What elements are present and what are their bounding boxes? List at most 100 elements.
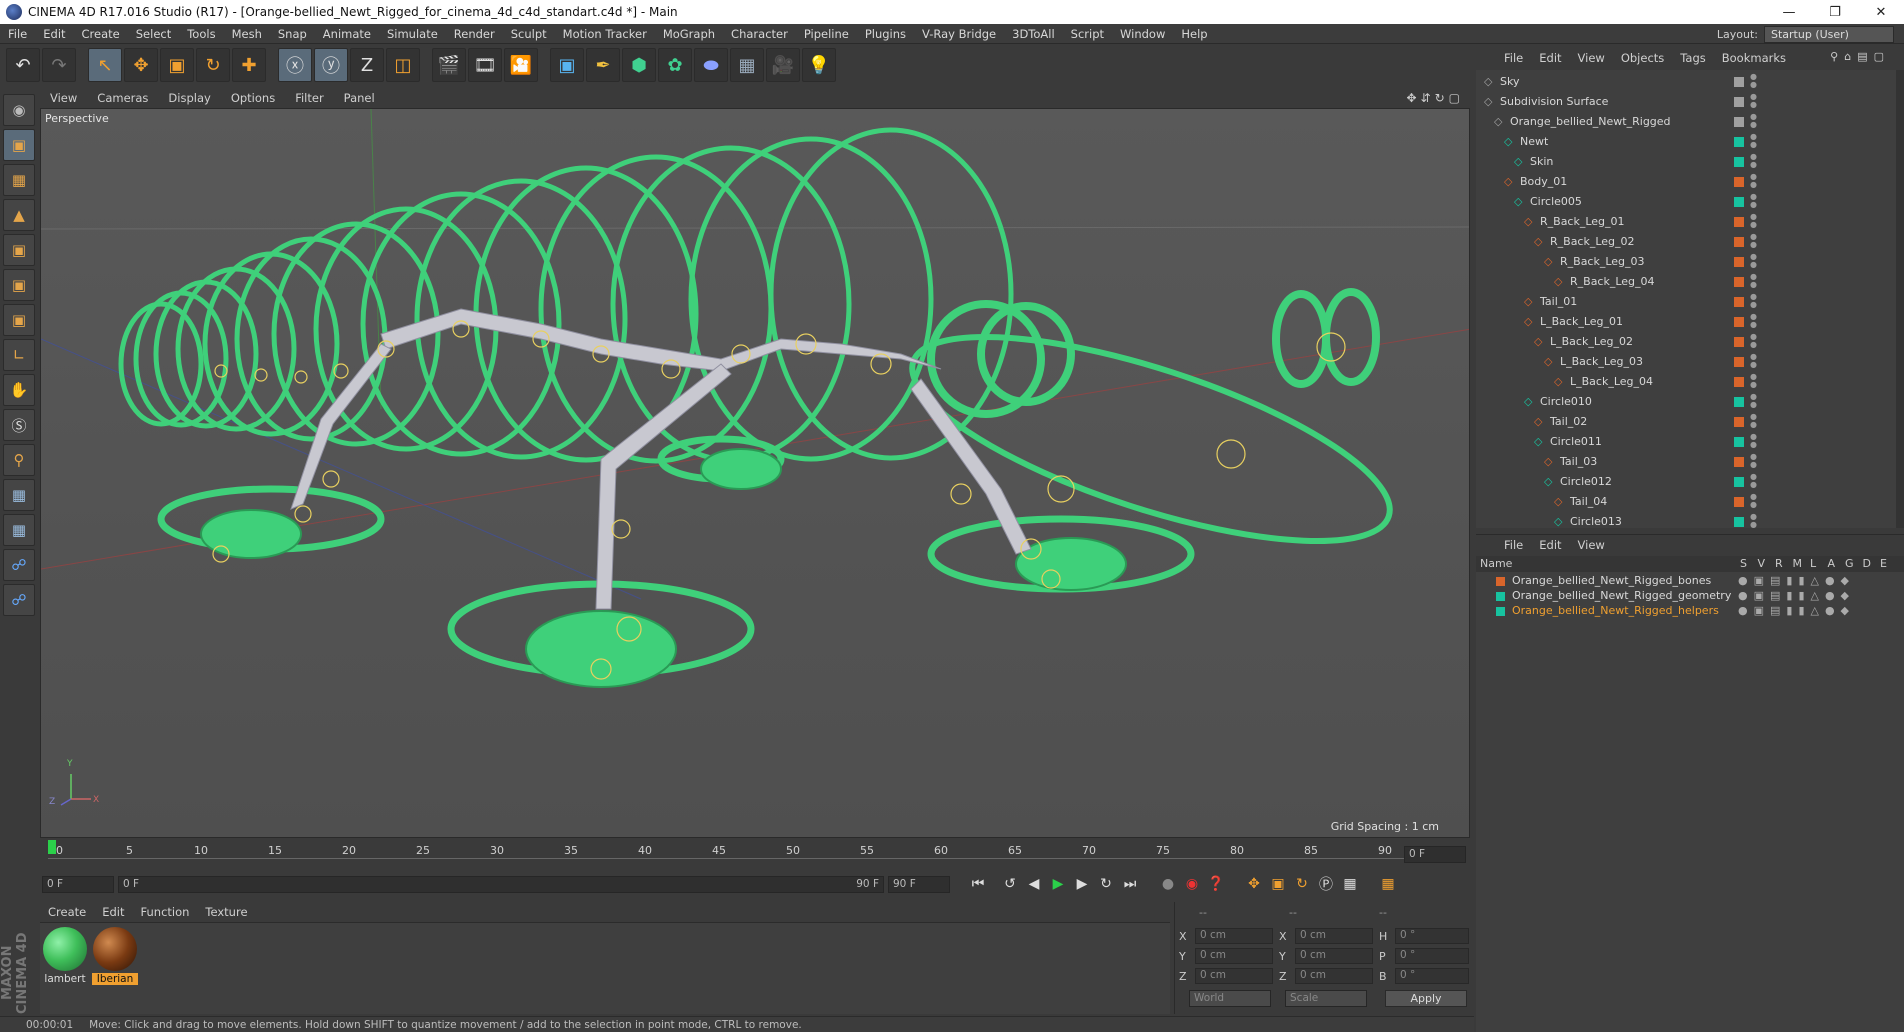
menu-vray-bridge[interactable]: V-Ray Bridge (914, 27, 1004, 41)
layer-color-swatch[interactable] (1734, 417, 1744, 427)
previous-key-icon[interactable]: ↺ (998, 873, 1022, 895)
om-menu-file[interactable]: File (1496, 51, 1531, 65)
viewport-menu-panel[interactable]: Panel (334, 91, 385, 105)
viewport-menu-filter[interactable]: Filter (285, 91, 333, 105)
x-axis-lock-icon[interactable]: ⓧ (278, 48, 312, 82)
menu-motion-tracker[interactable]: Motion Tracker (555, 27, 655, 41)
scale-tool-icon[interactable]: ▣ (160, 48, 194, 82)
menu-mesh[interactable]: Mesh (224, 27, 270, 41)
object-row[interactable]: ◇ Tail_03 ● ● (1476, 452, 1896, 472)
layer-color-swatch[interactable] (1734, 297, 1744, 307)
object-row[interactable]: ◇ Circle011 ● ● (1476, 432, 1896, 452)
menu-edit[interactable]: Edit (35, 27, 73, 41)
texture-mode-icon[interactable]: ▦ (3, 164, 35, 196)
apply-button[interactable]: Apply (1385, 990, 1467, 1007)
layer-menu-view[interactable]: View (1570, 538, 1613, 552)
menu-simulate[interactable]: Simulate (379, 27, 446, 41)
visibility-dots-icon[interactable]: ● ● (1750, 453, 1757, 469)
visibility-dots-icon[interactable]: ● ● (1750, 353, 1757, 369)
grid-icon[interactable]: ▦ (3, 479, 35, 511)
menu-render[interactable]: Render (446, 27, 503, 41)
menu-help[interactable]: Help (1173, 27, 1215, 41)
layer-menu-file[interactable]: File (1496, 538, 1531, 552)
visibility-dots-icon[interactable]: ● ● (1750, 313, 1757, 329)
layer-color-swatch[interactable] (1734, 357, 1744, 367)
edges-mode-icon[interactable]: ▣ (3, 269, 35, 301)
object-row[interactable]: ◇ Circle010 ● ● (1476, 392, 1896, 412)
position-y-field[interactable]: 0 cm (1195, 948, 1273, 964)
menu-snap[interactable]: Snap (270, 27, 315, 41)
object-row[interactable]: ◇ Tail_04 ● ● (1476, 492, 1896, 512)
deformer-icon[interactable]: ⬬ (694, 48, 728, 82)
rotation-p-field[interactable]: 0 ° (1395, 948, 1469, 964)
goto-start-icon[interactable]: ⏮ (966, 873, 990, 895)
size-x-field[interactable]: 0 cm (1295, 928, 1373, 944)
menu-character[interactable]: Character (723, 27, 796, 41)
visibility-dots-icon[interactable]: ● ● (1750, 473, 1757, 489)
layer-flag-icons[interactable]: ●▣▤▮▮△●◆ (1738, 604, 1855, 617)
size-y-field[interactable]: 0 cm (1295, 948, 1373, 964)
rotation-b-field[interactable]: 0 ° (1395, 968, 1469, 984)
material-menu-function[interactable]: Function (133, 905, 198, 919)
workplane-icon[interactable]: ▲ (3, 199, 35, 231)
key-rotation-icon[interactable]: ↻ (1290, 873, 1314, 895)
rotate-tool-icon[interactable]: ↻ (196, 48, 230, 82)
material-menu-edit[interactable]: Edit (94, 905, 132, 919)
layer-color-swatch[interactable] (1734, 517, 1744, 527)
layer-color-swatch[interactable] (1496, 577, 1505, 586)
menu-3dtoall[interactable]: 3DToAll (1004, 27, 1063, 41)
layer-color-swatch[interactable] (1734, 497, 1744, 507)
om-menu-edit[interactable]: Edit (1531, 51, 1569, 65)
key-pla-icon[interactable]: ▦ (1338, 873, 1362, 895)
live-selection-icon[interactable]: ✚ (232, 48, 266, 82)
menu-create[interactable]: Create (74, 27, 128, 41)
visibility-dots-icon[interactable]: ● ● (1750, 193, 1757, 209)
object-row[interactable]: ◇ L_Back_Leg_02 ● ● (1476, 332, 1896, 352)
render-view-icon[interactable]: 🎬 (432, 48, 466, 82)
points-mode-icon[interactable]: ▣ (3, 234, 35, 266)
menu-window[interactable]: Window (1112, 27, 1173, 41)
key-scale-icon[interactable]: ▣ (1266, 873, 1290, 895)
viewport-menu-cameras[interactable]: Cameras (87, 91, 158, 105)
end-frame-field[interactable]: 90 F (888, 875, 950, 893)
select-tool-icon[interactable]: ↖ (88, 48, 122, 82)
grid-lock-icon[interactable]: ▦ (3, 514, 35, 546)
object-row[interactable]: ◇ R_Back_Leg_01 ● ● (1476, 212, 1896, 232)
coordinate-system-icon[interactable]: ◫ (386, 48, 420, 82)
viewport-navigation-icons[interactable]: ✥⇵↻▢ (1406, 91, 1464, 105)
object-row[interactable]: ◇ Body_01 ● ● (1476, 172, 1896, 192)
visibility-dots-icon[interactable]: ● ● (1750, 253, 1757, 269)
previous-frame-icon[interactable]: ◀ (1022, 873, 1046, 895)
object-row[interactable]: ◇ Circle012 ● ● (1476, 472, 1896, 492)
om-menu-objects[interactable]: Objects (1613, 51, 1672, 65)
layer-color-swatch[interactable] (1734, 157, 1744, 167)
layer-color-swatch[interactable] (1496, 607, 1505, 616)
layer-color-swatch[interactable] (1734, 197, 1744, 207)
layer-color-swatch[interactable] (1734, 117, 1744, 127)
object-row[interactable]: ◇ Newt ● ● (1476, 132, 1896, 152)
viewport-menu-options[interactable]: Options (221, 91, 285, 105)
visibility-dots-icon[interactable]: ● ● (1750, 213, 1757, 229)
make-editable-icon[interactable]: ◉ (3, 94, 35, 126)
visibility-dots-icon[interactable]: ● ● (1750, 413, 1757, 429)
keyframe-selection-icon[interactable]: ❓ (1204, 873, 1228, 895)
cloner-icon[interactable]: ✿ (658, 48, 692, 82)
layer-color-swatch[interactable] (1734, 257, 1744, 267)
object-row[interactable]: ◇ L_Back_Leg_04 ● ● (1476, 372, 1896, 392)
layer-flag-icons[interactable]: ●▣▤▮▮△●◆ (1738, 574, 1855, 587)
transform-mode-select[interactable]: Scale (1285, 990, 1367, 1007)
visibility-dots-icon[interactable]: ● ● (1750, 373, 1757, 389)
layer-color-swatch[interactable] (1734, 477, 1744, 487)
menu-select[interactable]: Select (128, 27, 179, 41)
menu-file[interactable]: File (0, 27, 35, 41)
coordinate-space-select[interactable]: World (1189, 990, 1271, 1007)
pen-spline-icon[interactable]: ✒ (586, 48, 620, 82)
current-frame-field[interactable]: 0 F (1404, 846, 1466, 863)
om-menu-tags[interactable]: Tags (1672, 51, 1713, 65)
key-parameter-icon[interactable]: Ⓟ (1314, 873, 1338, 895)
rotation-h-field[interactable]: 0 ° (1395, 928, 1469, 944)
object-row[interactable]: ◇ Circle013 ● ● (1476, 512, 1896, 529)
light-icon[interactable]: 💡 (802, 48, 836, 82)
autokey-icon[interactable]: ◉ (1180, 873, 1204, 895)
redo-button[interactable]: ↷ (42, 48, 76, 82)
